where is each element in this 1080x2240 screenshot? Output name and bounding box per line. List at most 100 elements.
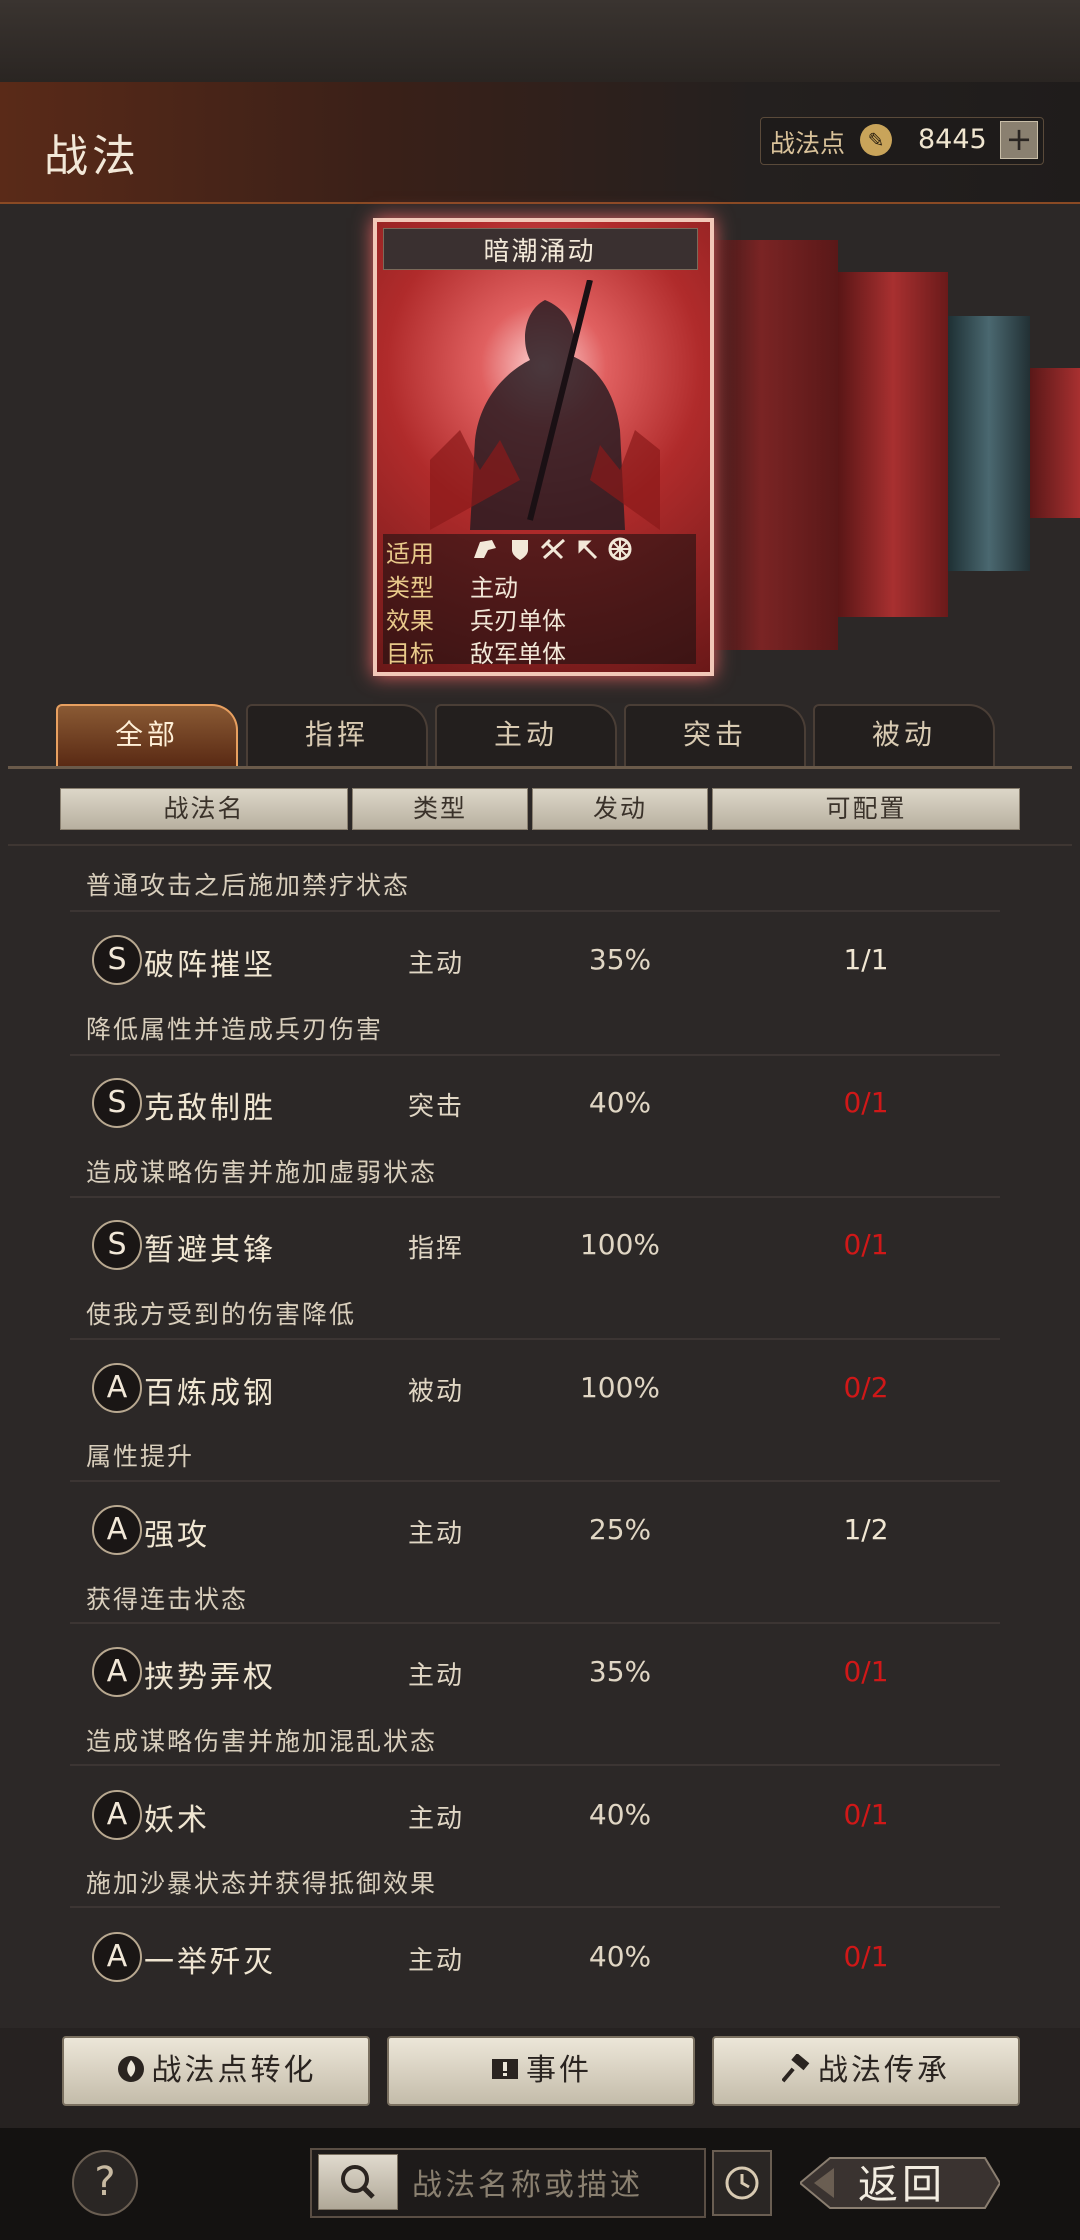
grade-badge: S bbox=[92, 1220, 142, 1270]
page-title: 战法 bbox=[44, 131, 140, 182]
events-label: 事件 bbox=[526, 2053, 592, 2088]
tactic-name: 妖术 bbox=[144, 1803, 210, 1838]
row-divider bbox=[70, 1196, 1000, 1198]
tactic-config: 0/1 bbox=[843, 1798, 889, 1831]
tactic-description: 造成谋略伤害并施加虚弱状态 bbox=[86, 1158, 438, 1187]
tactic-type: 指挥 bbox=[408, 1234, 465, 1264]
column-header-type[interactable]: 类型 bbox=[352, 788, 528, 830]
carousel-card-3[interactable] bbox=[838, 272, 948, 617]
card-key-target: 目标 bbox=[386, 640, 434, 668]
card-title: 暗潮涌动 bbox=[483, 237, 596, 267]
tab-active[interactable]: 主动 bbox=[435, 704, 617, 766]
column-header-name[interactable]: 战法名 bbox=[60, 788, 348, 830]
convert-points-label: 战法点转化 bbox=[151, 2053, 317, 2088]
tab-underline bbox=[8, 766, 1072, 769]
tactic-points-label: 战法点 bbox=[770, 129, 846, 158]
tactic-description: 使我方受到的伤害降低 bbox=[86, 1300, 357, 1329]
column-header-config[interactable]: 可配置 bbox=[712, 788, 1020, 830]
row-divider bbox=[70, 1622, 1000, 1624]
events-button[interactable]: 事件 bbox=[387, 2036, 695, 2106]
tactic-name: 挟势弄权 bbox=[144, 1660, 276, 1695]
tactic-description: 获得连击状态 bbox=[86, 1585, 249, 1614]
top-decorative-band bbox=[0, 0, 1080, 82]
row-divider bbox=[70, 1480, 1000, 1482]
tactic-config: 0/1 bbox=[843, 1086, 889, 1119]
row-divider bbox=[70, 910, 1000, 912]
tactic-rate: 40% bbox=[588, 1940, 652, 1973]
tactic-type: 主动 bbox=[408, 1946, 465, 1976]
carousel-card-2[interactable] bbox=[710, 240, 838, 650]
alert-scroll-icon bbox=[492, 2059, 518, 2079]
tab-all[interactable]: 全部 bbox=[56, 704, 238, 766]
tactic-config: 1/2 bbox=[843, 1513, 889, 1546]
grade-badge: A bbox=[92, 1363, 142, 1413]
tactic-description: 降低属性并造成兵刃伤害 bbox=[86, 1015, 384, 1044]
tactic-type: 主动 bbox=[408, 1661, 465, 1691]
card-row-applicable: 适用 bbox=[386, 534, 632, 569]
card-row-target: 目标 敌军单体 bbox=[386, 634, 566, 669]
grade-badge: A bbox=[92, 1505, 142, 1555]
grade-badge: A bbox=[92, 1932, 142, 1982]
tactic-type: 主动 bbox=[408, 949, 465, 979]
grade-badge: S bbox=[92, 935, 142, 985]
tactic-config: 0/1 bbox=[843, 1940, 889, 1973]
tab-assault[interactable]: 突击 bbox=[624, 704, 806, 766]
carousel-card-4[interactable] bbox=[948, 316, 1030, 571]
search-button[interactable] bbox=[318, 2154, 398, 2210]
tactic-rate: 100% bbox=[579, 1371, 661, 1404]
card-key-type: 类型 bbox=[386, 574, 434, 602]
tactic-name: 一举歼灭 bbox=[144, 1945, 276, 1980]
tactic-type: 被动 bbox=[408, 1377, 465, 1407]
inherit-tactics-button[interactable]: 战法传承 bbox=[712, 2036, 1020, 2106]
tactic-rate: 100% bbox=[579, 1228, 661, 1261]
search-placeholder: 战法名称或描述 bbox=[412, 2168, 643, 2203]
card-row-type: 类型 主动 bbox=[386, 568, 518, 603]
inherit-tactics-label: 战法传承 bbox=[818, 2053, 950, 2088]
bow-icon bbox=[540, 538, 566, 560]
spear-icon bbox=[578, 540, 598, 560]
tactic-name: 百炼成钢 bbox=[144, 1376, 276, 1411]
add-points-button[interactable]: + bbox=[1000, 121, 1038, 159]
tactic-description: 施加沙暴状态并获得抵御效果 bbox=[86, 1869, 438, 1898]
tactic-rate: 40% bbox=[588, 1086, 652, 1119]
row-divider bbox=[70, 1054, 1000, 1056]
tab-passive[interactable]: 被动 bbox=[813, 704, 995, 766]
card-row-effect: 效果 兵刃单体 bbox=[386, 601, 566, 636]
card-value-effect: 兵刃单体 bbox=[470, 607, 566, 635]
tactic-rate: 35% bbox=[588, 1655, 652, 1688]
row-divider bbox=[70, 1906, 1000, 1908]
tactic-config: 0/1 bbox=[843, 1228, 889, 1261]
grade-badge: S bbox=[92, 1078, 142, 1128]
warrior-silhouette-art bbox=[430, 280, 660, 530]
tactic-name: 强攻 bbox=[144, 1518, 210, 1553]
help-button[interactable]: ? bbox=[72, 2150, 138, 2216]
card-value-type: 主动 bbox=[470, 574, 518, 602]
hammer-icon bbox=[782, 2054, 810, 2083]
return-label[interactable]: 返回 bbox=[858, 2152, 946, 2210]
tactic-rate: 25% bbox=[588, 1513, 652, 1546]
card-key-applicable: 适用 bbox=[386, 540, 434, 568]
grade-badge: A bbox=[92, 1790, 142, 1840]
row-divider bbox=[70, 1338, 1000, 1340]
tactic-config: 0/2 bbox=[843, 1371, 889, 1404]
card-value-target: 敌军单体 bbox=[470, 640, 566, 668]
applicable-troop-icons bbox=[470, 536, 650, 568]
card-key-effect: 效果 bbox=[386, 607, 434, 635]
column-header-rate[interactable]: 发动 bbox=[532, 788, 708, 830]
tactic-config: 0/1 bbox=[843, 1655, 889, 1688]
grade-badge: A bbox=[92, 1647, 142, 1697]
tactic-type: 主动 bbox=[408, 1519, 465, 1549]
tactic-type: 主动 bbox=[408, 1804, 465, 1834]
search-icon bbox=[341, 2165, 375, 2199]
tactic-type: 突击 bbox=[408, 1092, 465, 1122]
tactic-description: 普通攻击之后施加禁疗状态 bbox=[86, 871, 411, 900]
convert-points-button[interactable]: 战法点转化 bbox=[62, 2036, 370, 2106]
row-divider bbox=[70, 1764, 1000, 1766]
shield-icon bbox=[512, 540, 528, 560]
tactic-rate: 35% bbox=[588, 943, 652, 976]
history-button[interactable] bbox=[712, 2150, 772, 2216]
tab-command[interactable]: 指挥 bbox=[246, 704, 428, 766]
tactic-points-value: 8445 bbox=[918, 124, 987, 155]
carousel-card-5[interactable] bbox=[1030, 368, 1080, 518]
header-divider bbox=[8, 844, 1072, 846]
